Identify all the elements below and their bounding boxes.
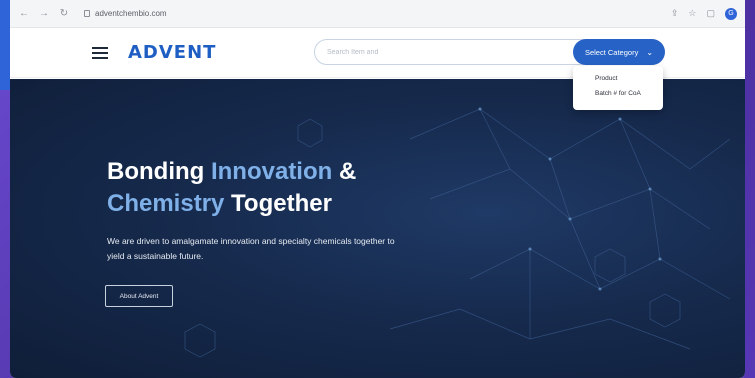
- dropdown-item-batch[interactable]: Batch # for CoA: [573, 86, 663, 101]
- browser-window: ← → ↻ adventchembio.com ⇪ ☆ ▢ G ADVENT S…: [10, 0, 745, 378]
- share-icon[interactable]: ⇪: [671, 8, 679, 19]
- search-bar: Select Category ⌄: [314, 39, 665, 65]
- molecule-network-graphic: [184, 107, 731, 358]
- hero-subtitle: We are driven to amalgamate innovation a…: [107, 236, 395, 261]
- site-logo[interactable]: ADVENT: [128, 42, 216, 63]
- address-bar[interactable]: adventchembio.com: [84, 9, 167, 18]
- reload-icon[interactable]: ↻: [58, 8, 70, 19]
- select-category-label: Select Category: [584, 47, 639, 57]
- select-category-button[interactable]: Select Category ⌄: [573, 39, 665, 65]
- about-advent-button[interactable]: About Advent: [105, 285, 173, 307]
- lock-icon: [84, 10, 90, 17]
- profile-avatar[interactable]: G: [725, 7, 737, 20]
- hero-section: Bonding Innovation & Chemistry Together …: [10, 79, 745, 378]
- forward-icon[interactable]: →: [38, 8, 50, 19]
- browser-toolbar: ← → ↻ adventchembio.com ⇪ ☆ ▢ G: [10, 0, 745, 28]
- tab-icon[interactable]: ▢: [706, 8, 715, 19]
- chevron-down-icon: ⌄: [646, 47, 654, 57]
- menu-icon[interactable]: [92, 46, 108, 59]
- back-icon[interactable]: ←: [18, 8, 30, 19]
- browser-actions: ⇪ ☆ ▢ G: [671, 7, 737, 20]
- url-text: adventchembio.com: [95, 9, 167, 18]
- category-dropdown: Product Batch # for CoA: [573, 66, 663, 110]
- star-icon[interactable]: ☆: [688, 8, 696, 19]
- dropdown-item-product[interactable]: Product: [573, 71, 663, 86]
- hero-title: Bonding Innovation & Chemistry Together: [107, 158, 357, 217]
- search-input[interactable]: [315, 48, 565, 56]
